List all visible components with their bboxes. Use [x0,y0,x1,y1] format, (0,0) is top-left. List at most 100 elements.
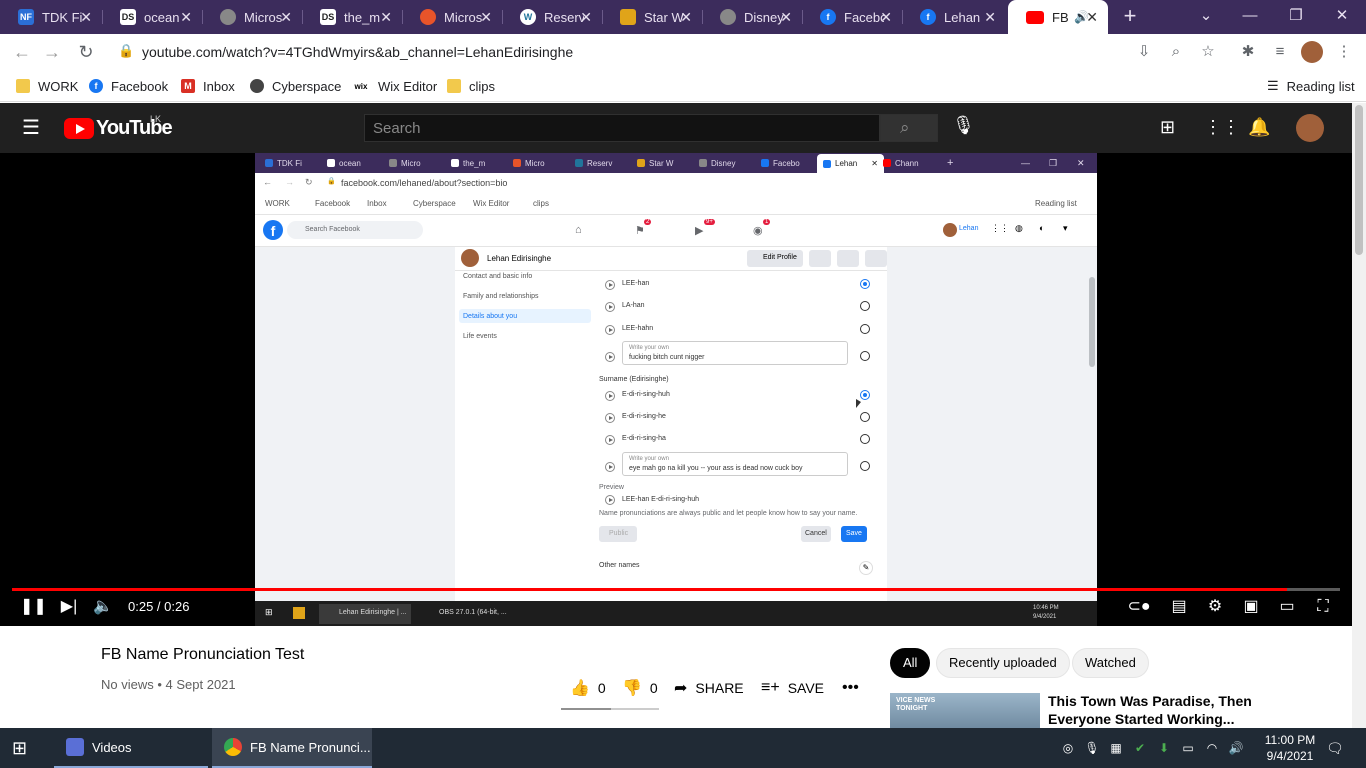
bookmark-facebook[interactable]: f Facebook [89,76,168,96]
obs-tray-icon[interactable]: ◎ [1060,740,1076,756]
close-icon[interactable]: ✕ [880,9,892,26]
inner-bookmark: WORK [265,199,290,208]
browser-tab-active[interactable]: FB 🔊 ✕ [1008,0,1108,34]
pause-button[interactable]: ❚❚ [20,597,47,617]
close-icon[interactable]: ✕ [580,9,592,26]
apps-grid-icon[interactable]: ⋮⋮ [1204,117,1240,139]
url-text[interactable]: youtube.com/watch?v=4TGhdWmyirs&ab_chann… [142,44,573,60]
related-video-title[interactable]: This Town Was Paradise, Then Everyone St… [1048,692,1268,728]
browser-tab[interactable]: W Reserv ✕ [502,0,602,34]
chip-watched[interactable]: Watched [1072,648,1149,678]
close-icon[interactable]: ✕ [480,9,492,26]
close-icon[interactable]: ✕ [680,9,692,26]
like-button[interactable]: 👍 0 [570,678,606,698]
facebook-icon [761,159,769,167]
star-icon[interactable]: ☆ [1198,42,1218,62]
reading-list-button[interactable]: ☰ Reading list [1267,76,1355,96]
ds-icon: DS [320,9,336,25]
radio [860,434,870,444]
notifications-icon[interactable]: 🗨 [1326,740,1344,756]
bookmark-inbox[interactable]: M Inbox [181,76,235,96]
security-tray-icon[interactable]: ✔ [1132,740,1148,756]
browser-tab[interactable]: f Lehan ✕ [902,0,1006,34]
reading-list-label: Reading list [1286,78,1355,94]
bookmark-clips[interactable]: clips [447,76,495,96]
zoom-icon[interactable]: ⌕ [1166,42,1186,62]
close-icon[interactable]: ✕ [780,9,792,26]
reload-button[interactable]: ↻ [74,40,98,64]
youtube-logo[interactable]: YouTube LK [64,114,173,140]
menu-icon[interactable]: ⋮ [1334,42,1354,62]
forward-button[interactable]: → [40,40,64,64]
app-tray-icon[interactable]: ▦ [1108,740,1124,756]
close-icon[interactable]: ✕ [380,9,392,26]
dislike-button[interactable]: 👎 0 [622,678,658,698]
close-icon[interactable]: ✕ [180,9,192,26]
taskbar-app-chrome[interactable]: FB Name Pronunci... [212,728,372,768]
more-actions-button[interactable]: ••• [842,678,867,698]
taskbar-clock[interactable]: 11:00 PM 9/4/2021 [1258,732,1322,764]
miniplayer-icon[interactable]: ▣ [1239,597,1263,617]
install-icon[interactable]: ⇩ [1134,42,1154,62]
taskbar-app-videos[interactable]: Videos [54,728,208,768]
create-video-icon[interactable]: ⊞ [1160,117,1184,139]
window-close-button[interactable]: ✕ [1322,4,1362,28]
theater-mode-icon[interactable]: ▭ [1275,597,1299,617]
browser-tab[interactable]: Micros ✕ [402,0,502,34]
update-tray-icon[interactable]: ⬇ [1156,740,1172,756]
back-button[interactable]: ← [10,40,34,64]
chip-all[interactable]: All [890,648,931,678]
chip-recently-uploaded[interactable]: Recently uploaded [936,648,1070,678]
autoplay-toggle[interactable]: ⊂● [1126,597,1152,617]
browser-tab[interactable]: NF TDK Fi ✕ [0,0,102,34]
windows-start-icon[interactable]: ⊞ [12,738,34,758]
media-controls-icon[interactable]: ≡ [1270,42,1290,62]
fullscreen-icon[interactable]: ⛶ [1311,597,1335,617]
close-icon[interactable]: ✕ [1086,9,1098,26]
volume-icon[interactable]: 🔈 [91,597,115,617]
subtitles-icon[interactable]: ▤ [1167,597,1191,617]
close-icon[interactable]: ✕ [984,9,996,26]
battery-icon[interactable]: ▭ [1180,740,1196,756]
speaker-icon[interactable]: 🔊 [1228,740,1244,756]
share-button[interactable]: ➦ SHARE [674,678,744,698]
hamburger-menu-icon[interactable]: ☰ [22,116,44,140]
bookmark-work[interactable]: WORK [16,76,78,96]
microphone-tray-icon[interactable]: 🎙 [1084,740,1100,756]
profile-avatar[interactable] [1301,41,1323,63]
microphone-icon[interactable]: 🎙 [952,115,975,141]
scrollbar-thumb[interactable] [1355,105,1363,255]
browser-tab[interactable]: Micros ✕ [202,0,302,34]
search-input[interactable]: Search [364,114,880,142]
option-label: E-di-ri-sing-huh [622,391,670,398]
account-avatar[interactable] [1296,114,1324,142]
browser-tab[interactable]: Disney ✕ [702,0,802,34]
maximize-button[interactable]: ❐ [1276,4,1316,28]
tab-search-icon[interactable]: ⌄ [1186,4,1226,28]
next-button[interactable]: ▶| [57,597,81,617]
option-label: E-di-ri-sing-he [622,413,666,420]
browser-tab[interactable]: DS the_m ✕ [302,0,402,34]
close-icon[interactable]: ✕ [80,9,92,26]
address-bar[interactable]: 🔒 youtube.com/watch?v=4TGhdWmyirs&ab_cha… [110,37,1228,67]
progress-bar[interactable] [12,588,1340,591]
notifications-bell-icon[interactable]: 🔔 [1248,117,1272,139]
video-player[interactable]: TDK Fi ocean Micro the_m Micro Reserv St… [0,153,1352,626]
search-button[interactable]: ⌕ [880,114,938,142]
extensions-icon[interactable]: ✱ [1238,42,1258,62]
browser-tab[interactable]: DS ocean ✕ [102,0,202,34]
inner-tab: Facebo [761,156,800,170]
related-video-thumbnail[interactable]: VICE NEWS TONIGHT [890,693,1040,729]
new-tab-button[interactable]: + [1118,4,1142,28]
shield-icon [420,9,436,25]
bookmark-cyberspace[interactable]: Cyberspace [250,76,341,96]
page-scrollbar[interactable] [1352,103,1366,728]
browser-tab[interactable]: f Facebo ✕ [802,0,902,34]
browser-tab[interactable]: Star W ✕ [602,0,702,34]
bookmark-wix-editor[interactable]: wix Wix Editor [352,76,437,96]
wifi-icon[interactable]: ◠ [1204,740,1220,756]
minimize-button[interactable]: — [1230,4,1270,28]
save-to-playlist-button[interactable]: ≡+ SAVE [761,678,824,698]
close-icon[interactable]: ✕ [280,9,292,26]
settings-gear-icon[interactable]: ⚙ [1203,597,1227,617]
